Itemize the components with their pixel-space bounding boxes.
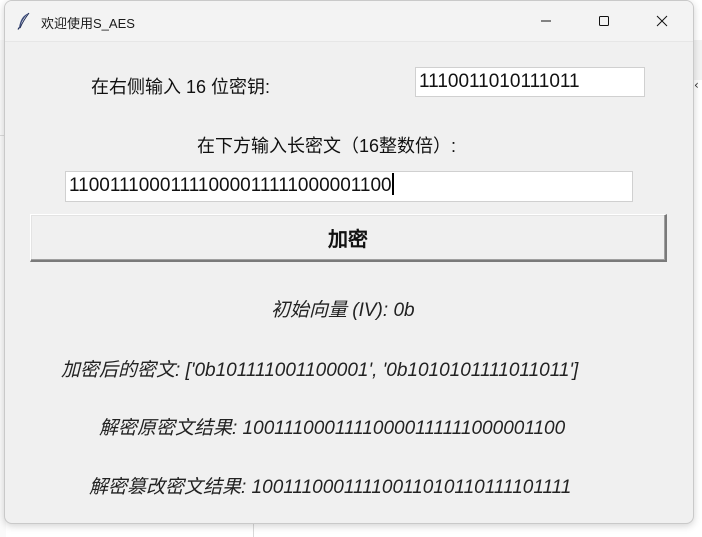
close-icon bbox=[656, 15, 668, 27]
background-divider bbox=[253, 522, 254, 537]
key-input[interactable]: 1110011010111011 bbox=[415, 67, 645, 97]
key-label: 在右侧输入 16 位密钥: bbox=[91, 77, 271, 97]
title-bar[interactable]: 欢迎使用S_AES bbox=[5, 1, 693, 42]
ciphertext-label: 在下方输入长密文（16整数倍）: bbox=[197, 136, 457, 156]
minimize-icon bbox=[541, 20, 551, 22]
decrypt-tampered-result: 解密篡改密文结果: 100111000111100110101101111011… bbox=[89, 477, 572, 498]
ciphertext-input[interactable]: 11001110001111000011111000001100 bbox=[65, 171, 633, 202]
close-button[interactable] bbox=[633, 1, 691, 41]
text-cursor bbox=[391, 173, 394, 195]
encrypted-result: 加密后的密文: ['0b101111001100001', '0b1010101… bbox=[61, 360, 579, 381]
minimize-button[interactable] bbox=[517, 1, 575, 41]
background-chevron-icon: ‹ bbox=[694, 78, 699, 92]
feather-icon bbox=[17, 12, 30, 30]
encrypt-button[interactable]: 加密 bbox=[30, 214, 667, 262]
iv-result: 初始向量 (IV): 0b bbox=[271, 300, 415, 321]
maximize-button[interactable] bbox=[575, 1, 633, 41]
app-window: 欢迎使用S_AES 在右侧输入 16 位密钥: 1110011010111011… bbox=[4, 0, 694, 524]
decrypt-original-result: 解密原密文结果: 1001110001111000011111100000110… bbox=[99, 418, 566, 439]
maximize-icon bbox=[599, 16, 609, 26]
window-title: 欢迎使用S_AES bbox=[41, 16, 135, 31]
